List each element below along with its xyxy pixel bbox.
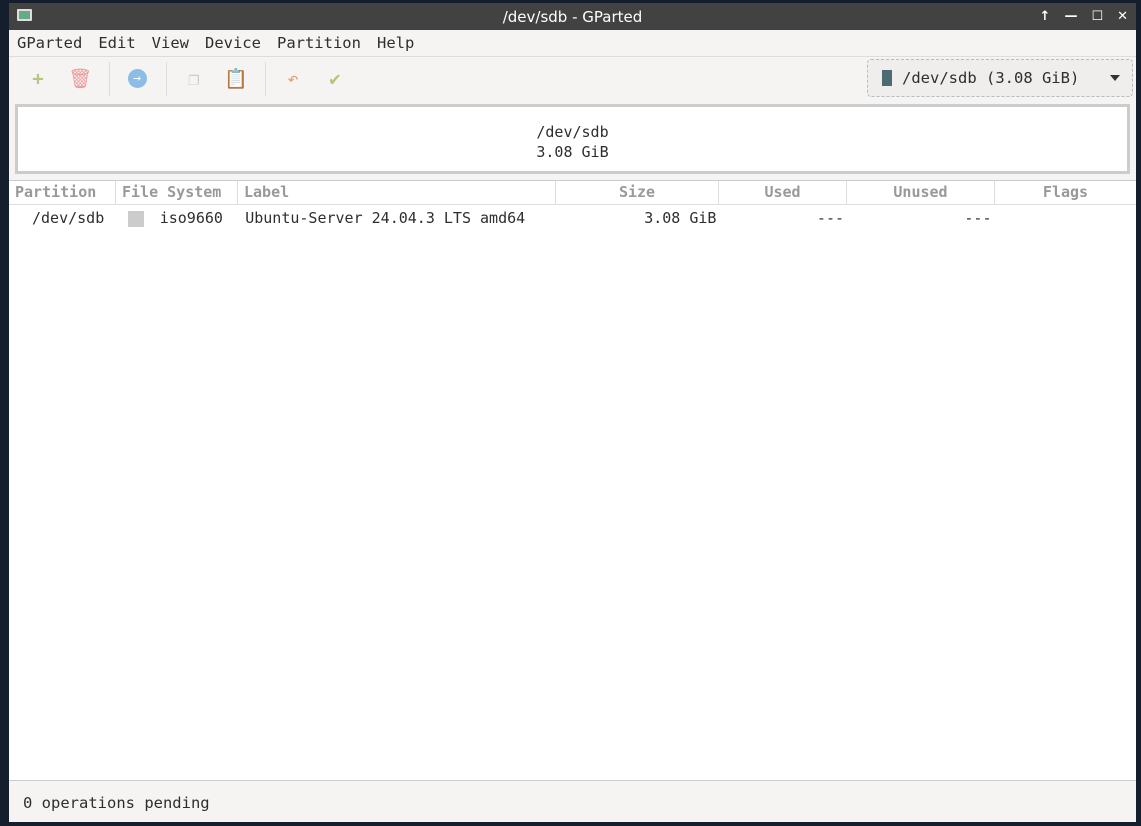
disk-icon (882, 70, 892, 86)
apply-button[interactable]: ✔ (318, 64, 352, 94)
cell-partition: /dev/sdb (32, 209, 105, 227)
undo-button[interactable]: ↶ (276, 64, 310, 94)
trash-icon: 🗑 (67, 68, 93, 90)
cell-label: Ubuntu-Server 24.04.3 LTS amd64 (245, 209, 526, 227)
table-header: Partition File System Label Size Used Un… (9, 181, 1136, 205)
separator (265, 61, 266, 96)
minimize-icon[interactable]: — (1064, 9, 1077, 24)
new-icon: + (32, 67, 44, 90)
paste-button[interactable]: 📋 (219, 64, 253, 94)
fs-color-swatch (127, 210, 144, 227)
resize-move-button[interactable]: → (120, 64, 154, 94)
copy-button[interactable]: ❐ (177, 64, 211, 94)
col-partition[interactable]: Partition (9, 181, 116, 204)
col-used[interactable]: Used (719, 181, 847, 204)
menu-gparted[interactable]: GParted (9, 34, 90, 52)
menu-help[interactable]: Help (369, 34, 422, 52)
toolbar: + 🗑 → ❐ 📋 ↶ ✔ /dev/sdb (3.08 GiB) (9, 57, 1136, 100)
col-label[interactable]: Label (238, 181, 556, 204)
cell-file-system: iso9660 (116, 209, 242, 227)
copy-icon: ❐ (188, 67, 200, 90)
new-partition-button[interactable]: + (21, 64, 55, 94)
separator (166, 61, 167, 96)
menu-partition[interactable]: Partition (269, 34, 369, 52)
menu-view[interactable]: View (144, 34, 197, 52)
partition-table: Partition File System Label Size Used Un… (9, 180, 1136, 780)
menu-bar: GParted Edit View Device Partition Help (9, 30, 1136, 57)
col-file-system[interactable]: File System (116, 181, 238, 204)
disk-map-size: 3.08 GiB (536, 143, 609, 161)
delete-partition-button[interactable]: 🗑 (63, 64, 97, 94)
paste-icon: 📋 (224, 68, 248, 90)
col-size[interactable]: Size (556, 181, 719, 204)
arrow-right-icon: → (127, 69, 147, 88)
chevron-down-icon (1110, 75, 1120, 81)
close-icon[interactable]: ✕ (1117, 9, 1128, 24)
title-bar: /dev/sdb - GParted ↑ — ☐ ✕ (9, 3, 1136, 30)
col-unused[interactable]: Unused (847, 181, 995, 204)
check-icon: ✔ (329, 67, 341, 90)
menu-edit[interactable]: Edit (90, 34, 143, 52)
cell-used: --- (816, 209, 845, 227)
fs-name: iso9660 (159, 209, 223, 227)
device-selector[interactable]: /dev/sdb (3.08 GiB) (867, 59, 1133, 97)
device-selector-label: /dev/sdb (3.08 GiB) (902, 69, 1080, 87)
maximize-icon[interactable]: ☐ (1091, 9, 1103, 24)
gparted-window: /dev/sdb - GParted ↑ — ☐ ✕ GParted Edit … (9, 3, 1136, 822)
cell-size: 3.08 GiB (644, 209, 717, 227)
cell-unused: --- (964, 209, 992, 227)
separator (109, 61, 110, 96)
disk-map-device: /dev/sdb (536, 123, 609, 141)
status-bar: 0 operations pending (9, 780, 1136, 822)
menu-device[interactable]: Device (197, 34, 269, 52)
table-row[interactable]: /dev/sdb iso9660 Ubuntu-Server 24.04.3 L… (9, 205, 1136, 231)
undo-icon: ↶ (287, 67, 299, 90)
window-title: /dev/sdb - GParted (502, 7, 643, 26)
keep-above-icon[interactable]: ↑ (1040, 9, 1051, 24)
app-icon (17, 9, 32, 21)
disk-map[interactable]: /dev/sdb 3.08 GiB (15, 104, 1130, 174)
col-flags[interactable]: Flags (995, 181, 1136, 204)
